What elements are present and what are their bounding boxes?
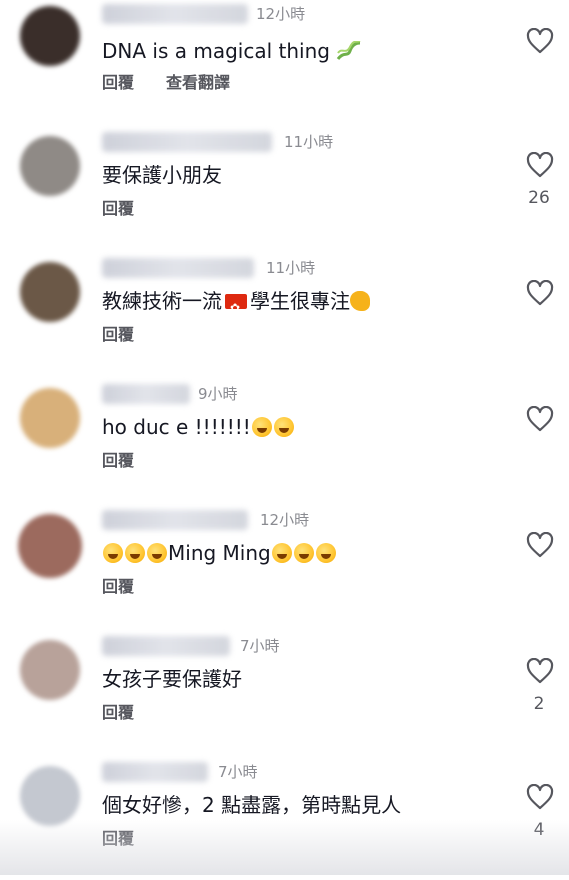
grinning-squinting-face-emoji-icon [293, 543, 314, 563]
reply-button[interactable]: 回覆 [102, 450, 134, 472]
reply-button[interactable]: 回覆 [102, 702, 134, 724]
comment-text-content: DNA is a magical thing [102, 39, 330, 63]
comment-item: 12小時 DNA is a magical thing 回覆 查看翻譯 [0, 4, 569, 124]
comment-text-part: 教練技術一流 [102, 289, 222, 313]
heart-outline-icon[interactable] [526, 784, 554, 810]
grinning-squinting-face-emoji-icon [103, 543, 123, 563]
reply-button[interactable]: 回覆 [102, 576, 134, 598]
comment-time: 11小時 [266, 259, 316, 277]
username-blurred[interactable] [102, 384, 190, 404]
avatar[interactable] [20, 388, 80, 448]
heart-outline-icon[interactable] [526, 658, 554, 684]
reply-button[interactable]: 回覆 [102, 72, 134, 94]
comment-text: 個女好慘，2 點盡露，第時點見人 [102, 793, 402, 817]
heart-outline-icon[interactable] [526, 406, 554, 432]
comment-item: 7小時 女孩子要保護好 回覆 2 [0, 634, 569, 754]
comment-text: 要保護小朋友 [102, 163, 222, 187]
grinning-squinting-face-emoji-icon [315, 543, 336, 563]
comment-time: 12小時 [256, 5, 306, 23]
avatar[interactable] [20, 262, 80, 322]
like-count: 2 [533, 694, 545, 714]
comment-text: 女孩子要保護好 [102, 667, 242, 691]
avatar[interactable] [20, 640, 80, 700]
comment-item: 12小時 Ming Ming 回覆 [0, 508, 569, 628]
grinning-squinting-face-emoji-icon [147, 543, 167, 563]
avatar[interactable] [20, 6, 80, 66]
comment-time: 12小時 [260, 511, 310, 529]
grinning-squinting-face-emoji-icon [125, 543, 145, 563]
comment-text-content: Ming Ming [168, 541, 271, 565]
comment-item: 9小時 ho duc e !!!!!!! 回覆 [0, 382, 569, 502]
heart-outline-icon[interactable] [526, 280, 554, 306]
comment-text: DNA is a magical thing [102, 34, 362, 68]
comment-text-part: 學生很專注 [250, 289, 350, 313]
comment-text: 教練技術一流 學生很專注 [102, 284, 370, 325]
comment-time: 7小時 [218, 763, 258, 781]
heart-outline-icon[interactable] [526, 532, 554, 558]
reply-button[interactable]: 回覆 [102, 324, 134, 346]
flexed-biceps-emoji-icon [350, 291, 370, 311]
comment-time: 9小時 [198, 385, 238, 403]
heart-outline-icon[interactable] [526, 28, 554, 54]
username-blurred[interactable] [102, 510, 248, 530]
avatar[interactable] [20, 136, 80, 196]
comment-item: 11小時 教練技術一流 學生很專注 回覆 [0, 256, 569, 376]
heart-outline-icon[interactable] [526, 152, 554, 178]
dna-emoji-icon [336, 41, 361, 60]
username-blurred[interactable] [102, 636, 230, 656]
reply-button[interactable]: 回覆 [102, 198, 134, 220]
comment-text-content: ho duc e !!!!!!! [102, 415, 251, 439]
hong-kong-flag-icon [225, 291, 247, 325]
bottom-fade-overlay [0, 820, 569, 875]
zany-face-emoji-icon [273, 417, 294, 437]
username-blurred[interactable] [102, 132, 272, 152]
avatar[interactable] [20, 766, 80, 826]
kissing-face-emoji-icon [251, 417, 272, 437]
comment-time: 7小時 [240, 637, 280, 655]
comment-item: 11小時 要保護小朋友 回覆 26 [0, 130, 569, 250]
comment-text: ho duc e !!!!!!! [102, 410, 295, 444]
avatar[interactable] [18, 514, 82, 578]
username-blurred[interactable] [102, 258, 254, 278]
comment-text: Ming Ming [102, 536, 337, 570]
username-blurred[interactable] [102, 762, 208, 782]
grinning-squinting-face-emoji-icon [271, 543, 292, 563]
comment-time: 11小時 [284, 133, 334, 151]
username-blurred[interactable] [102, 4, 248, 24]
like-count: 26 [528, 188, 550, 208]
see-translation-button[interactable]: 查看翻譯 [166, 72, 230, 94]
